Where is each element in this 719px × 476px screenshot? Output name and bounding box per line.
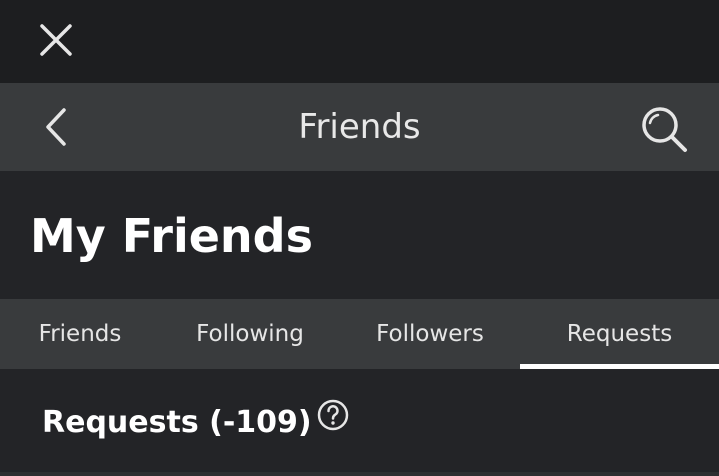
nav-header: Friends [0, 83, 719, 171]
tab-followers[interactable]: Followers [340, 299, 520, 369]
top-bar [0, 0, 719, 83]
header-title: Friends [298, 107, 421, 147]
tab-friends[interactable]: Friends [0, 299, 160, 369]
back-button[interactable] [36, 105, 80, 149]
tab-following[interactable]: Following [160, 299, 340, 369]
close-icon [40, 24, 72, 56]
search-icon [642, 107, 687, 152]
requests-section-title: Requests (-109) [42, 405, 312, 440]
help-button[interactable] [316, 398, 350, 432]
chevron-left-icon [46, 108, 66, 146]
tab-requests[interactable]: Requests [520, 299, 719, 369]
page-title: My Friends [30, 209, 313, 263]
divider [0, 472, 719, 476]
search-button[interactable] [636, 101, 692, 157]
close-button[interactable] [34, 18, 78, 62]
help-circle-icon [317, 399, 349, 431]
tab-bar: Friends Following Followers Requests [0, 299, 719, 369]
